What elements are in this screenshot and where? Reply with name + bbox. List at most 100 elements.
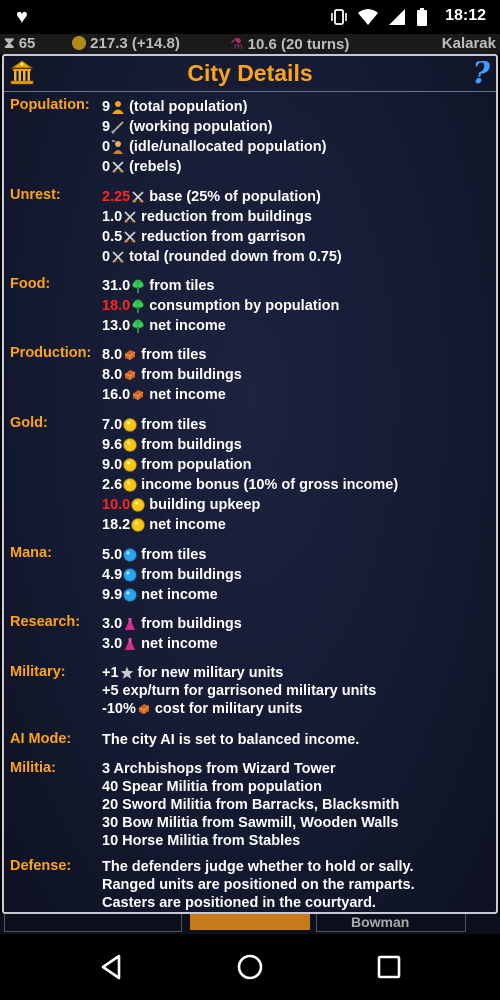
- detail-text: (rebels): [129, 159, 182, 175]
- production-icon: [131, 388, 145, 402]
- detail-line: 18.2 net income: [102, 515, 398, 535]
- idle-worker-icon: [111, 140, 125, 154]
- title-bar: City Details ?: [4, 56, 496, 92]
- detail-value: 18.2: [102, 517, 131, 533]
- vibrate-icon: [331, 9, 347, 25]
- section-label: Unrest:: [10, 187, 61, 203]
- section-label: Production:: [10, 345, 92, 361]
- crossed-swords-icon: [111, 250, 125, 264]
- home-icon[interactable]: [235, 952, 265, 982]
- help-icon[interactable]: ?: [472, 56, 490, 91]
- crossed-swords-icon: [123, 210, 137, 224]
- detail-text: consumption by population: [149, 298, 340, 314]
- detail-text: from buildings: [141, 367, 242, 383]
- gold-coin-icon: [123, 438, 137, 452]
- detail-text: building upkeep: [149, 497, 261, 513]
- detail-value: 7.0: [102, 417, 123, 433]
- detail-text: from tiles: [141, 547, 207, 563]
- research-flask-icon: ⚗: [230, 36, 244, 53]
- crossed-swords-icon: [131, 190, 145, 204]
- units-resource: ⧗ 65: [4, 35, 36, 52]
- detail-value: 10.0: [102, 497, 131, 513]
- detail-value: 9.9: [102, 587, 123, 603]
- detail-line: 10.0 building upkeep: [102, 495, 398, 515]
- detail-line: Casters are positioned in the courtyard.: [102, 894, 415, 912]
- detail-text: income bonus (10% of gross income): [141, 477, 399, 493]
- status-bar: ♥ 18:12: [0, 0, 500, 34]
- detail-line: +1 for new military units: [102, 664, 376, 682]
- detail-text: 10 Horse Militia from Stables: [102, 833, 301, 849]
- detail-text: (working population): [129, 119, 273, 135]
- bottom-tab-unit[interactable]: Bowman: [316, 914, 466, 932]
- heart-icon: ♥: [16, 6, 28, 28]
- detail-text: Ranged units are positioned on the rampa…: [102, 877, 415, 893]
- detail-line: 9.6 from buildings: [102, 435, 398, 455]
- production-icon: [123, 348, 137, 362]
- detail-line: 3.0 from buildings: [102, 614, 242, 634]
- section-label: Militia:: [10, 760, 56, 776]
- mana-orb-icon: [123, 548, 137, 562]
- detail-value: 8.0: [102, 367, 123, 383]
- detail-value: -10%: [102, 701, 136, 717]
- detail-text: from buildings: [141, 437, 242, 453]
- gold-coin-icon: [131, 518, 145, 532]
- detail-line: 31.0 from tiles: [102, 276, 339, 296]
- clock: 18:12: [445, 7, 486, 24]
- detail-text: from buildings: [141, 616, 242, 632]
- city-details-panel: City Details ? Population: 9 (total popul…: [2, 54, 498, 914]
- detail-line: 2.6 income bonus (10% of gross income): [102, 475, 398, 495]
- section-label: Research:: [10, 614, 81, 630]
- detail-value: 3.0: [102, 616, 123, 632]
- bottom-unit-bar: Bowman: [0, 914, 500, 934]
- detail-line: The city AI is set to balanced income.: [102, 731, 359, 749]
- detail-text: reduction from garrison: [141, 229, 306, 245]
- detail-line: The defenders judge whether to hold or s…: [102, 858, 415, 876]
- detail-line: -10% cost for military units: [102, 700, 376, 718]
- detail-line: 9.0 from population: [102, 455, 398, 475]
- detail-line: 16.0 net income: [102, 385, 242, 405]
- detail-line: 3.0 net income: [102, 634, 242, 654]
- detail-value: 0.5: [102, 229, 123, 245]
- hourglass-icon: ⧗: [4, 35, 15, 52]
- gold-coin-icon: [123, 478, 137, 492]
- food-icon: [131, 279, 145, 293]
- detail-value: 0: [102, 249, 111, 265]
- detail-text: cost for military units: [154, 701, 303, 717]
- section-label: Mana:: [10, 545, 52, 561]
- detail-line: 2.25 base (25% of population): [102, 187, 342, 207]
- research-flask-icon: [123, 617, 137, 631]
- detail-value: 2.25: [102, 189, 131, 205]
- detail-value: 13.0: [102, 318, 131, 334]
- detail-value: +1: [102, 665, 119, 681]
- gold-coin-icon: [123, 418, 137, 432]
- detail-text: The city AI is set to balanced income.: [102, 732, 360, 748]
- detail-line: 1.0 reduction from buildings: [102, 207, 342, 227]
- unit-label: Bowman: [351, 914, 410, 930]
- detail-line: 20 Sword Militia from Barracks, Blacksmi…: [102, 796, 399, 814]
- detail-line: Ranged units are positioned on the rampa…: [102, 876, 415, 894]
- bottom-tab-left[interactable]: [4, 914, 182, 932]
- mana-orb-icon: [123, 568, 137, 582]
- detail-line: +5 exp/turn for garrisoned military unit…: [102, 682, 376, 700]
- detail-value: 0: [102, 159, 111, 175]
- detail-line: 3 Archbishops from Wizard Tower: [102, 760, 399, 778]
- back-icon[interactable]: [97, 952, 127, 982]
- detail-text: reduction from buildings: [141, 209, 312, 225]
- bottom-tab-center[interactable]: [190, 914, 310, 930]
- detail-line: 9.9 net income: [102, 585, 242, 605]
- mana-orb-icon: [123, 588, 137, 602]
- section-label: Food:: [10, 276, 51, 292]
- person-icon: [111, 100, 125, 114]
- detail-text: The defenders judge whether to hold or s…: [102, 859, 414, 875]
- wifi-icon: [358, 9, 378, 25]
- detail-line: 5.0 from tiles: [102, 545, 242, 565]
- gold-coin-icon: [72, 36, 86, 50]
- crossed-swords-icon: [123, 230, 137, 244]
- status-icons: [330, 8, 428, 26]
- section-label: Military:: [10, 664, 66, 680]
- research-resource: ⚗ 10.6 (20 turns): [230, 36, 350, 53]
- detail-line: 0 total (rounded down from 0.75): [102, 247, 342, 267]
- gold-coin-icon: [123, 458, 137, 472]
- recents-icon[interactable]: [374, 952, 404, 982]
- crossed-swords-icon: [111, 160, 125, 174]
